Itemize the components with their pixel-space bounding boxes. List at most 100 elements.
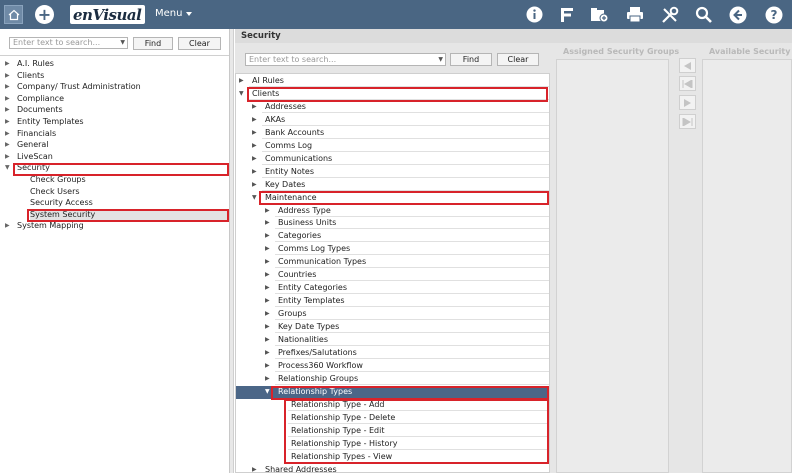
assigned-groups-list[interactable] <box>556 59 669 473</box>
security-tree-item[interactable]: Groups <box>275 307 549 321</box>
security-clear-button[interactable]: Clear <box>497 53 539 66</box>
expand-arrow-icon[interactable]: ▶ <box>252 129 257 136</box>
security-tree-item[interactable]: Business Units <box>275 216 549 230</box>
main-menu-button[interactable]: Menu <box>155 8 193 19</box>
expand-arrow-icon[interactable]: ▶ <box>5 153 10 160</box>
available-security-list[interactable] <box>702 59 792 473</box>
nav-tree-item[interactable]: General <box>17 139 229 151</box>
expand-arrow-icon[interactable]: ▶ <box>252 116 257 123</box>
security-tree-item[interactable]: AKAs <box>262 113 549 126</box>
nav-search-input[interactable]: Enter text to search... ▼ <box>9 37 128 49</box>
expand-arrow-icon[interactable]: ▶ <box>252 155 257 162</box>
add-button[interactable]: + <box>35 5 54 24</box>
security-tree-item[interactable]: Entity Notes <box>262 165 549 178</box>
nav-find-button[interactable]: Find <box>133 37 173 50</box>
expand-arrow-icon[interactable]: ▶ <box>252 168 257 175</box>
expand-arrow-icon[interactable]: ▶ <box>265 297 270 304</box>
expand-arrow-icon[interactable]: ▶ <box>5 130 10 137</box>
expand-arrow-icon[interactable]: ▶ <box>5 83 10 90</box>
expand-arrow-icon[interactable]: ▶ <box>252 181 257 188</box>
security-tree-item[interactable]: Address Type <box>275 204 549 217</box>
security-tree-item[interactable]: Communication Types <box>275 255 549 269</box>
expand-arrow-icon[interactable]: ▶ <box>5 141 10 148</box>
expand-arrow-icon[interactable]: ▶ <box>265 323 270 330</box>
expand-arrow-icon[interactable]: ▶ <box>252 103 257 110</box>
nav-tree-item[interactable]: A.I. Rules <box>17 58 229 70</box>
expand-arrow-icon[interactable]: ▶ <box>265 310 270 317</box>
dropdown-arrow-icon[interactable]: ▼ <box>438 54 443 65</box>
expand-arrow-icon[interactable]: ▶ <box>5 118 10 125</box>
move-left-button[interactable] <box>679 58 696 73</box>
collapse-arrow-icon[interactable]: ▼ <box>252 194 257 201</box>
nav-tree-item[interactable]: Documents <box>17 104 229 116</box>
security-find-button[interactable]: Find <box>450 53 492 66</box>
nav-tree-item[interactable]: Entity Templates <box>17 116 229 128</box>
divider <box>0 55 229 56</box>
help-button[interactable]: ? <box>764 5 783 24</box>
move-all-left-button[interactable] <box>679 76 696 91</box>
security-tree-item[interactable]: Prefixes/Salutations <box>275 346 549 359</box>
nav-clear-button[interactable]: Clear <box>178 37 221 50</box>
nav-tree-item[interactable]: System Mapping <box>17 220 229 232</box>
move-all-right-button[interactable] <box>679 114 696 129</box>
collapse-arrow-icon[interactable]: ▼ <box>239 90 244 97</box>
security-tree-item[interactable]: Comms Log <box>262 139 549 152</box>
expand-arrow-icon[interactable]: ▶ <box>265 232 270 239</box>
expand-arrow-icon[interactable]: ▶ <box>5 95 10 102</box>
nav-child-item[interactable]: Security Access <box>30 197 229 209</box>
security-tree-item[interactable]: Shared Addresses <box>262 463 549 473</box>
collapse-arrow-icon[interactable]: ▼ <box>5 164 10 171</box>
expand-arrow-icon[interactable]: ▶ <box>265 207 270 214</box>
security-tree-item[interactable]: Entity Templates <box>275 294 549 308</box>
tools-button[interactable] <box>660 5 679 24</box>
nav-tree-item[interactable]: Compliance <box>17 93 229 105</box>
search-button[interactable] <box>694 5 713 24</box>
nav-tree-item[interactable]: LiveScan <box>17 151 229 163</box>
info-button[interactable] <box>525 5 544 24</box>
security-tree-item[interactable]: AI Rules <box>249 74 549 87</box>
info-icon <box>526 6 543 23</box>
security-tree-item[interactable]: Nationalities <box>275 333 549 346</box>
security-tree-item[interactable]: Relationship Groups <box>275 372 549 385</box>
back-button[interactable] <box>728 5 747 24</box>
nav-item-label: Clients <box>17 70 45 80</box>
fast-forms-button[interactable] <box>557 5 576 24</box>
security-tree-item[interactable]: Key Dates <box>262 178 549 191</box>
security-tree-item[interactable]: Bank Accounts <box>262 126 549 139</box>
nav-tree-item[interactable]: Financials <box>17 128 229 140</box>
security-tree-item[interactable]: Communications <box>262 152 549 165</box>
expand-arrow-icon[interactable]: ▶ <box>265 362 270 369</box>
expand-arrow-icon[interactable]: ▶ <box>5 106 10 113</box>
security-search-input[interactable]: Enter text to search... ▼ <box>245 53 446 66</box>
security-tree-item[interactable]: Process360 Workflow <box>275 359 549 372</box>
security-tree-item[interactable]: Key Date Types <box>275 320 549 334</box>
expand-arrow-icon[interactable]: ▶ <box>265 271 270 278</box>
expand-arrow-icon[interactable]: ▶ <box>265 258 270 265</box>
expand-arrow-icon[interactable]: ▶ <box>5 60 10 67</box>
security-tree-item[interactable]: Comms Log Types <box>275 242 549 256</box>
print-button[interactable] <box>625 5 644 24</box>
nav-tree-item[interactable]: Clients <box>17 70 229 82</box>
collapse-arrow-icon[interactable]: ▼ <box>265 388 270 395</box>
nav-child-item[interactable]: Check Users <box>30 186 229 198</box>
panel-splitter[interactable] <box>230 29 234 473</box>
expand-arrow-icon[interactable]: ▶ <box>239 77 244 84</box>
expand-arrow-icon[interactable]: ▶ <box>5 222 10 229</box>
expand-arrow-icon[interactable]: ▶ <box>252 142 257 149</box>
expand-arrow-icon[interactable]: ▶ <box>265 336 270 343</box>
security-tree-item[interactable]: Categories <box>275 229 549 243</box>
dropdown-arrow-icon[interactable]: ▼ <box>120 38 125 48</box>
expand-arrow-icon[interactable]: ▶ <box>252 466 257 473</box>
security-tree-item[interactable]: Entity Categories <box>275 281 549 295</box>
expand-arrow-icon[interactable]: ▶ <box>265 349 270 356</box>
nav-tree-item[interactable]: Company/ Trust Administration <box>17 81 229 93</box>
home-button[interactable] <box>4 5 23 24</box>
move-right-button[interactable] <box>679 95 696 110</box>
expand-arrow-icon[interactable]: ▶ <box>5 72 10 79</box>
security-tree-item[interactable]: Countries <box>275 268 549 282</box>
expand-arrow-icon[interactable]: ▶ <box>265 219 270 226</box>
expand-arrow-icon[interactable]: ▶ <box>265 245 270 252</box>
expand-arrow-icon[interactable]: ▶ <box>265 284 270 291</box>
expand-arrow-icon[interactable]: ▶ <box>265 375 270 382</box>
add-document-button[interactable] <box>590 5 609 24</box>
